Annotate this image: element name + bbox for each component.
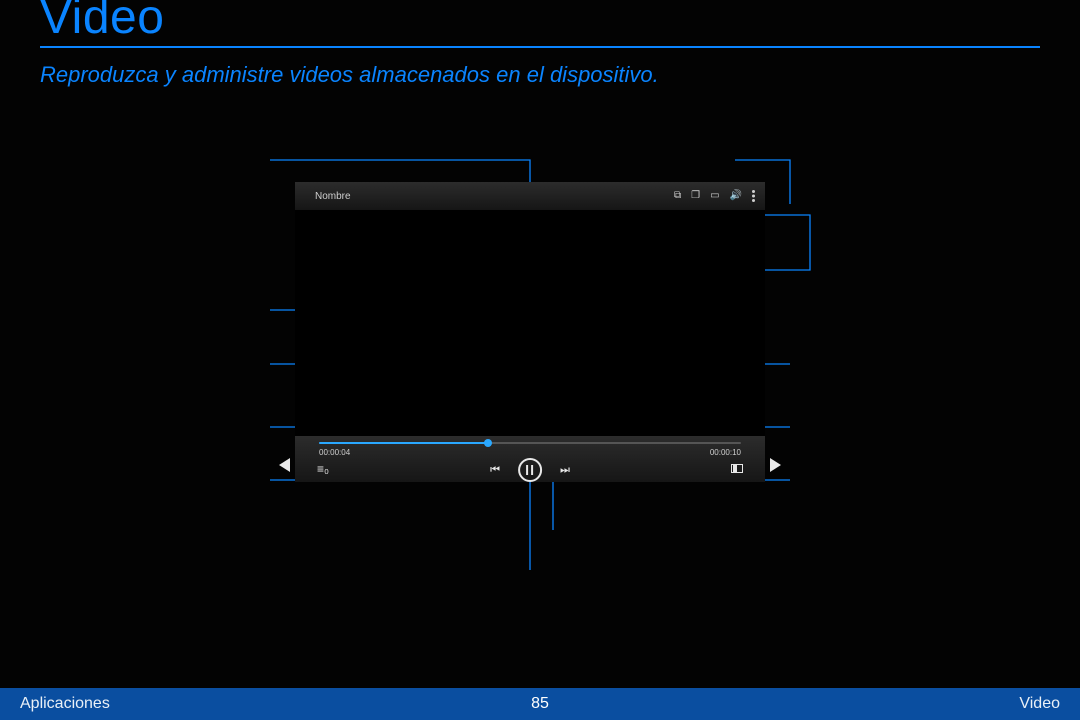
page-title: Video [40,0,164,45]
footer-topic: Video [1019,695,1060,713]
player-top-bar: Nombre ⧉ ❐ ▭ 🔊 [295,182,765,210]
pip-icon[interactable]: ❐ [691,191,700,201]
video-player-mock: Nombre ⧉ ❐ ▭ 🔊 00:00:04 00:00:10 ≡₀ [295,182,765,482]
time-elapsed: 00:00:04 [319,448,350,457]
footer-section: Aplicaciones [20,695,110,713]
footer-page-number: 85 [531,695,549,713]
page-subtitle: Reproduzca y administre videos almacenad… [40,62,659,88]
page-footer: Aplicaciones 85 Video [0,688,1080,720]
pause-button[interactable] [518,458,542,482]
video-title-label: Nombre [315,191,351,202]
fast-forward-icon[interactable]: ⏭ [560,464,570,477]
progress-track[interactable] [319,442,741,444]
previous-clip-icon[interactable] [279,458,290,472]
volume-icon[interactable]: 🔊 [730,191,742,201]
progress-knob[interactable] [484,439,492,447]
screen-mirror-icon[interactable]: ⧉ [674,191,681,201]
crop-fill-icon[interactable] [731,460,743,478]
more-icon[interactable] [752,190,755,202]
time-total: 00:00:10 [710,448,741,457]
player-control-bar: 00:00:04 00:00:10 ≡₀ ⏮ ⏭ [295,436,765,482]
title-rule [40,46,1040,48]
progress-fill [319,442,488,444]
playlist-icon[interactable]: ≡₀ [317,462,329,476]
next-clip-icon[interactable] [770,458,781,472]
rewind-icon[interactable]: ⏮ [490,464,500,477]
aspect-ratio-icon[interactable]: ▭ [710,191,719,201]
